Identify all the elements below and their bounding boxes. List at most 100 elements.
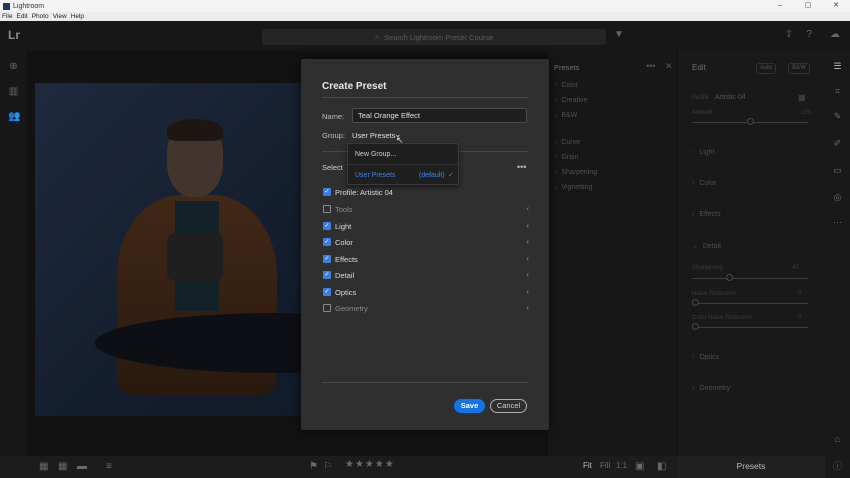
presets-button[interactable]: Presets	[677, 456, 825, 478]
checkbox-checked[interactable]: ✓	[323, 222, 331, 230]
divider	[322, 97, 528, 98]
square-grid-icon[interactable]: ▦	[58, 461, 67, 472]
default-tag: (default)	[419, 172, 445, 179]
search-placeholder: Search Lightroom Preset Course	[383, 32, 494, 42]
chevron-left-icon[interactable]: ‹	[526, 237, 529, 246]
bottom-toolbar: ▦ ▦ ▬ ≡ ⚑ ⚐ ★★★★★ Fit Fill 1:1 ▣ ◧	[27, 456, 677, 478]
zoom-fit[interactable]: Fit	[583, 461, 592, 470]
menu-view[interactable]: View	[53, 13, 67, 20]
setting-row-detail[interactable]: ✓ Detail ‹	[323, 270, 529, 282]
setting-row-effects[interactable]: ✓ Effects ‹	[323, 254, 529, 266]
app-logo-icon	[3, 2, 10, 10]
grid-view-icon[interactable]: ▦	[39, 461, 48, 472]
title-bar: Lightroom – ▢ ✕	[0, 0, 850, 12]
radial-gradient-icon[interactable]: ◎	[832, 192, 843, 203]
more-options-icon[interactable]: •••	[517, 162, 526, 172]
lr-logo: Lr	[8, 28, 20, 42]
menu-help[interactable]: Help	[71, 13, 84, 20]
chevron-left-icon[interactable]: ‹	[526, 204, 529, 213]
checkmark-icon: ✓	[448, 172, 454, 179]
group-dropdown-menu: New Group... User Presets (default) ✓	[347, 143, 460, 185]
compare-icon[interactable]: ▣	[635, 461, 644, 472]
info-icon[interactable]: ⓘ	[832, 459, 843, 471]
setting-row-profile[interactable]: ✓ Profile: Artistic 04	[323, 187, 529, 199]
lightroom-window: Lightroom – ▢ ✕ File Edit Photo View Hel…	[0, 0, 850, 478]
save-button[interactable]: Save	[454, 399, 485, 413]
flag-pick-icon[interactable]: ⚑	[309, 461, 318, 472]
divider	[322, 382, 528, 383]
chevron-left-icon[interactable]: ‹	[526, 287, 529, 296]
more-tools-icon[interactable]: ⋯	[832, 217, 843, 228]
setting-label: Effects	[335, 255, 358, 264]
menu-bar: File Edit Photo View Help	[0, 12, 850, 21]
linear-gradient-icon[interactable]: ▭	[832, 165, 843, 176]
flag-reject-icon[interactable]: ⚐	[323, 461, 332, 472]
checkbox-checked[interactable]: ✓	[323, 238, 331, 246]
crop-icon[interactable]: ⌗	[832, 86, 843, 97]
menu-photo[interactable]: Photo	[32, 13, 49, 20]
setting-label: Light	[335, 222, 352, 231]
brush-icon[interactable]: ✐	[832, 138, 843, 149]
setting-label: Geometry	[335, 304, 368, 313]
add-photos-icon[interactable]: ⊕	[8, 61, 19, 72]
right-rail: ☰ ⌗ ✎ ✐ ▭ ◎ ⋯ ⌂ ⓘ	[825, 51, 850, 478]
star-rating[interactable]: ★★★★★	[345, 459, 395, 470]
zoom-1to1[interactable]: 1:1	[616, 461, 627, 470]
left-rail: ⊕ ▥ 👥	[0, 51, 27, 456]
filter-icon[interactable]: ▼	[612, 29, 626, 43]
detail-view-icon[interactable]: ▬	[77, 461, 87, 472]
checkbox-unchecked[interactable]	[323, 205, 331, 213]
edit-sliders-icon[interactable]: ☰	[832, 61, 843, 72]
new-group-item[interactable]: New Group...	[355, 151, 396, 158]
setting-label: Optics	[335, 288, 357, 297]
before-after-icon[interactable]: ◧	[657, 461, 666, 472]
checkbox-unchecked[interactable]	[323, 304, 331, 312]
setting-label: Tools	[335, 205, 353, 214]
setting-label: Profile: Artistic 04	[335, 188, 393, 197]
name-label: Name:	[322, 112, 345, 121]
checkbox-checked[interactable]: ✓	[323, 271, 331, 279]
checkbox-checked[interactable]: ✓	[323, 255, 331, 263]
chevron-left-icon[interactable]: ‹	[526, 221, 529, 230]
setting-row-light[interactable]: ✓ Light ‹	[323, 221, 529, 233]
group-label: Group:	[322, 131, 345, 140]
divider	[348, 164, 460, 165]
cloud-icon[interactable]: ☁	[828, 29, 842, 43]
tag-icon[interactable]: ⌂	[832, 434, 843, 445]
healing-icon[interactable]: ✎	[832, 111, 843, 122]
close-button[interactable]: ✕	[822, 0, 850, 12]
share-icon[interactable]: ⇪	[782, 29, 796, 43]
dialog-title: Create Preset	[322, 81, 387, 92]
minimize-button[interactable]: –	[766, 0, 794, 12]
window-controls: – ▢ ✕	[766, 0, 850, 12]
user-presets-item[interactable]: User Presets	[355, 172, 395, 179]
chevron-left-icon[interactable]: ‹	[526, 270, 529, 279]
cancel-button[interactable]: Cancel	[490, 399, 527, 413]
menu-edit[interactable]: Edit	[16, 13, 27, 20]
setting-row-geometry[interactable]: Geometry ‹	[323, 303, 529, 315]
maximize-button[interactable]: ▢	[794, 0, 822, 12]
people-icon[interactable]: 👥	[8, 111, 20, 122]
setting-row-tools[interactable]: Tools ‹	[323, 204, 529, 216]
help-icon[interactable]: ?	[802, 29, 816, 43]
create-preset-dialog: Create Preset Name: Teal Orange Effect G…	[301, 59, 549, 430]
group-select[interactable]: User Presets	[352, 131, 395, 140]
top-toolbar: Lr ⌕ Search Lightroom Preset Course ▼ ⇪ …	[0, 21, 850, 51]
library-icon[interactable]: ▥	[8, 86, 19, 97]
setting-label: Detail	[335, 271, 355, 280]
checkbox-checked[interactable]: ✓	[323, 188, 331, 196]
setting-row-optics[interactable]: ✓ Optics ‹	[323, 287, 529, 299]
search-icon: ⌕	[374, 32, 379, 41]
select-menu[interactable]: Select	[322, 163, 343, 172]
preset-name-input[interactable]: Teal Orange Effect	[352, 108, 527, 123]
chevron-left-icon[interactable]: ‹	[526, 303, 529, 312]
zoom-fill[interactable]: Fill	[600, 461, 610, 470]
setting-label: Color	[335, 238, 353, 247]
checkbox-checked[interactable]: ✓	[323, 288, 331, 296]
setting-row-color[interactable]: ✓ Color ‹	[323, 237, 529, 249]
sort-icon[interactable]: ≡	[106, 461, 112, 472]
search-input[interactable]: ⌕ Search Lightroom Preset Course	[262, 29, 606, 45]
menu-file[interactable]: File	[2, 13, 12, 20]
window-title: Lightroom	[13, 2, 45, 10]
chevron-left-icon[interactable]: ‹	[526, 254, 529, 263]
